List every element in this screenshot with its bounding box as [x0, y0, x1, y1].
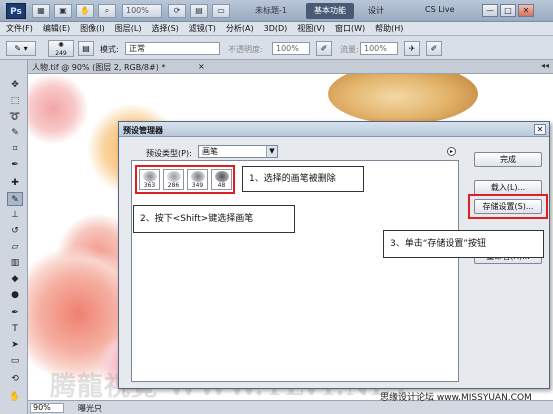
close-button[interactable]: ✕ [518, 4, 534, 17]
hand-tool-icon[interactable]: ✋ [76, 4, 94, 18]
pressure-opacity-icon[interactable]: ✐ [316, 41, 332, 56]
eraser-tool-icon[interactable]: ▱ [7, 240, 23, 254]
brush-preset-picker[interactable]: ✎ ▾ [6, 41, 36, 56]
menu-view[interactable]: 视图(V) [297, 23, 325, 34]
dialog-title: 预设管理器 [123, 126, 163, 135]
brush-size-picker[interactable]: ✺ 249 [48, 40, 74, 57]
quick-select-tool-icon[interactable]: ✎ [7, 126, 23, 140]
selection-highlight-box [135, 165, 235, 194]
menu-bar: 文件(F) 编辑(E) 图像(I) 图层(L) 选择(S) 滤镜(T) 分析(A… [0, 22, 553, 36]
history-brush-tool-icon[interactable]: ↺ [7, 224, 23, 238]
brush-tool-icon[interactable]: ✎ [7, 192, 23, 206]
eyedropper-tool-icon[interactable]: ✒ [7, 158, 23, 172]
application-bar: Ps ▦ ▣ ✋ ⌕ 100% ⟳ ▤ ▭ 未标题-1 基本功能 设计 CS L… [0, 0, 553, 22]
brush-preset-list[interactable]: 363 286 349 48 [131, 160, 459, 382]
menu-filter[interactable]: 滤镜(T) [189, 23, 216, 34]
done-button[interactable]: 完成 [474, 152, 542, 167]
zoom-level-select[interactable]: 100% [122, 4, 162, 18]
shape-tool-icon[interactable]: ▭ [7, 354, 23, 368]
photoshop-logo: Ps [6, 3, 26, 19]
document-tab-close-icon[interactable]: × [198, 62, 205, 71]
menu-window[interactable]: 窗口(W) [335, 23, 365, 34]
workspace-design-button[interactable]: 设计 [368, 5, 384, 16]
cs-live-button[interactable]: CS Live [425, 5, 455, 14]
panel-collapse-icon[interactable]: ◂◂ [541, 61, 549, 70]
flow-field[interactable]: 100% [360, 42, 398, 55]
menu-3d[interactable]: 3D(D) [264, 24, 288, 33]
healing-brush-tool-icon[interactable]: ✚ [7, 176, 23, 190]
path-selection-tool-icon[interactable]: ➤ [7, 338, 23, 352]
document-tab[interactable]: 人物.tif @ 90% (图层 2, RGB/8#) * × ◂◂ [28, 60, 553, 74]
airbrush-icon[interactable]: ✈ [404, 41, 420, 56]
menu-help[interactable]: 帮助(H) [375, 23, 403, 34]
menu-image[interactable]: 图像(I) [80, 23, 105, 34]
preset-type-value: 画笔 [202, 147, 218, 156]
hand-tool-icon-panel[interactable]: ✋ [7, 390, 23, 404]
options-bar: ✎ ▾ ✺ 249 ▤ 模式: 正常 不透明度: 100% ✐ 流量: 100%… [0, 36, 553, 60]
dialog-titlebar[interactable]: 预设管理器 ✕ [119, 122, 549, 137]
crop-tool-icon[interactable]: ⌗ [7, 142, 23, 156]
zoom-field[interactable]: 90% [30, 403, 64, 413]
dodge-tool-icon[interactable]: ● [7, 288, 23, 302]
load-button[interactable]: 载入(L)... [474, 180, 542, 195]
3d-rotate-tool-icon[interactable]: ⟲ [7, 372, 23, 386]
mode-select[interactable]: 正常 [125, 42, 220, 55]
menu-layer[interactable]: 图层(L) [115, 23, 142, 34]
move-tool-icon[interactable]: ✥ [7, 78, 23, 92]
chevron-down-icon: ▼ [266, 146, 277, 157]
blur-tool-icon[interactable]: ◆ [7, 272, 23, 286]
type-tool-icon[interactable]: T [7, 322, 23, 336]
pressure-size-icon[interactable]: ✐ [426, 41, 442, 56]
menu-select[interactable]: 选择(S) [151, 23, 178, 34]
dialog-close-button[interactable]: ✕ [534, 124, 546, 135]
flower-image [28, 74, 88, 144]
status-text: 曝光只 [78, 404, 102, 413]
menu-edit[interactable]: 编辑(E) [43, 23, 70, 34]
maximize-button[interactable]: □ [500, 4, 516, 17]
tools-panel: ✥ ⬚ ➰ ✎ ⌗ ✒ ✚ ✎ ⊥ ↺ ▱ ▥ ◆ ● ✒ T ➤ ▭ ⟲ ✋ [0, 60, 28, 414]
opacity-field[interactable]: 100% [272, 42, 310, 55]
brush-size-value: 249 [55, 50, 67, 57]
callout-step-2: 2、按下<Shift>键选择画笔 [133, 205, 295, 233]
site-credit: 思缘设计论坛 www.MISSYUAN.COM [380, 393, 532, 403]
menu-file[interactable]: 文件(F) [6, 23, 33, 34]
pen-tool-icon[interactable]: ✒ [7, 306, 23, 320]
lasso-tool-icon[interactable]: ➰ [7, 110, 23, 124]
arrange-documents-icon[interactable]: ▤ [190, 4, 208, 18]
screen-mode-icon[interactable]: ▭ [212, 4, 230, 18]
zoom-tool-icon[interactable]: ⌕ [98, 4, 116, 18]
panel-menu-icon[interactable]: ▸ [447, 147, 456, 156]
brush-panel-icon[interactable]: ▤ [78, 41, 94, 56]
mini-bridge-icon[interactable]: ▣ [54, 4, 72, 18]
callout-step-1: 1、选择的画笔被删除 [242, 166, 364, 192]
document-title: 未标题-1 [255, 6, 287, 15]
preset-type-select[interactable]: 画笔 ▼ [198, 145, 278, 158]
workspace-essentials-button[interactable]: 基本功能 [306, 3, 354, 19]
hair-image [328, 74, 478, 124]
callout-step-3: 3、单击“存储设置”按钮 [383, 230, 544, 258]
bridge-icon[interactable]: ▦ [32, 4, 50, 18]
mode-label: 模式: [100, 45, 119, 54]
save-button-highlight-box [468, 194, 548, 219]
menu-analysis[interactable]: 分析(A) [226, 23, 254, 34]
flow-label: 流量: [340, 45, 359, 54]
gradient-tool-icon[interactable]: ▥ [7, 256, 23, 270]
preset-type-label: 预设类型(P): [146, 149, 192, 158]
rotate-view-icon[interactable]: ⟳ [168, 4, 186, 18]
opacity-label: 不透明度: [228, 45, 263, 54]
marquee-tool-icon[interactable]: ⬚ [7, 94, 23, 108]
document-tab-label: 人物.tif @ 90% (图层 2, RGB/8#) * [32, 63, 166, 72]
minimize-button[interactable]: — [482, 4, 498, 17]
clone-stamp-tool-icon[interactable]: ⊥ [7, 208, 23, 222]
